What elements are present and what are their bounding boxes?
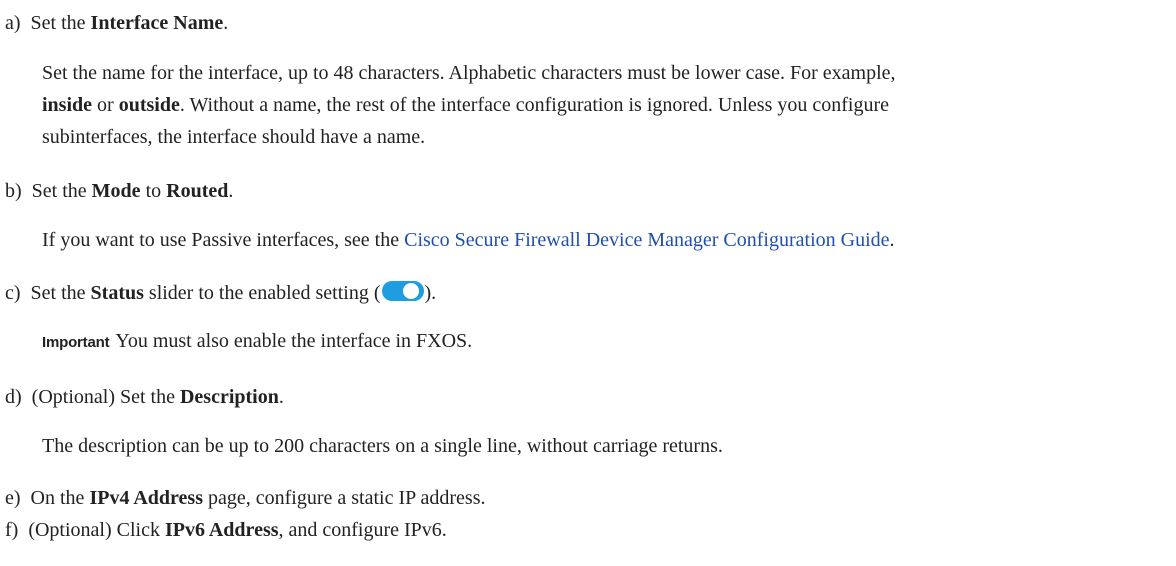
- step-e-marker: e): [5, 487, 21, 509]
- step-a-body-bold-outside: outside: [118, 94, 180, 116]
- step-e-heading: e) On the IPv4 Address page, configure a…: [5, 483, 485, 513]
- step-a-body-bold-inside: inside: [42, 94, 93, 116]
- step-a-body-rest: . Without a name, the rest of the interf…: [179, 94, 889, 116]
- fdm-config-guide-link[interactable]: Cisco Secure Firewall Device Manager Con…: [404, 229, 889, 251]
- step-f-bold: IPv6 Address: [164, 519, 279, 541]
- step-c-text-post: ).: [424, 282, 437, 304]
- step-a-body-or: or: [92, 94, 119, 116]
- step-f-text-post: , and configure IPv6.: [278, 519, 447, 541]
- toggle-knob: [402, 283, 419, 299]
- step-d-text-post: .: [278, 386, 284, 408]
- step-d-marker: d): [5, 386, 22, 408]
- step-f-text-pre: (Optional) Click: [28, 519, 165, 541]
- step-b-marker: b): [5, 180, 22, 202]
- step-e-text-pre: On the: [30, 487, 90, 509]
- step-c-marker: c): [5, 282, 21, 304]
- step-a-text-post: .: [223, 12, 229, 34]
- step-b-text-post: .: [228, 180, 234, 202]
- step-d-body: The description can be up to 200 charact…: [42, 435, 723, 457]
- step-c-text-pre: Set the: [30, 282, 91, 304]
- step-b-bold-mode: Mode: [91, 180, 141, 202]
- step-a-heading: a) Set the Interface Name.: [5, 8, 228, 38]
- step-c-bold: Status: [90, 282, 144, 304]
- step-b-body: If you want to use Passive interfaces, s…: [42, 225, 895, 255]
- step-a-body-line-3: subinterfaces, the interface should have…: [42, 126, 426, 148]
- step-f-heading: f) (Optional) Click IPv6 Address, and co…: [5, 515, 447, 545]
- step-b-body-pre: If you want to use Passive interfaces, s…: [42, 229, 405, 251]
- step-d-text-pre: (Optional) Set the: [31, 386, 180, 408]
- step-f-marker: f): [5, 519, 19, 541]
- step-b-bold-routed: Routed: [166, 180, 229, 202]
- step-a-bold: Interface Name: [90, 12, 224, 34]
- step-a-text-pre: Set the: [30, 12, 91, 34]
- step-e-bold: IPv4 Address: [89, 487, 203, 509]
- important-label: Important: [42, 334, 110, 351]
- step-a-marker: a): [5, 12, 21, 34]
- step-e-text-post: page, configure a static IP address.: [202, 487, 486, 509]
- step-c-note: Important You must also enable the interf…: [42, 326, 472, 358]
- step-b-body-post: .: [889, 229, 895, 251]
- important-text: You must also enable the interface in FX…: [115, 330, 473, 352]
- step-a-body-line-2: inside or outside. Without a name, the r…: [42, 90, 889, 120]
- step-b-text-mid: to: [140, 180, 167, 202]
- step-d-bold: Description: [179, 386, 279, 408]
- step-d-heading: d) (Optional) Set the Description.: [5, 382, 284, 412]
- step-a-body-line-1: Set the name for the interface, up to 48…: [42, 62, 896, 84]
- step-c-heading: c) Set the Status slider to the enabled …: [5, 278, 436, 308]
- step-b-text-pre: Set the: [31, 180, 92, 202]
- step-c-text-mid: slider to the enabled setting (: [143, 282, 381, 304]
- step-b-heading: b) Set the Mode to Routed.: [5, 176, 233, 206]
- toggle-enabled-icon: [381, 281, 424, 301]
